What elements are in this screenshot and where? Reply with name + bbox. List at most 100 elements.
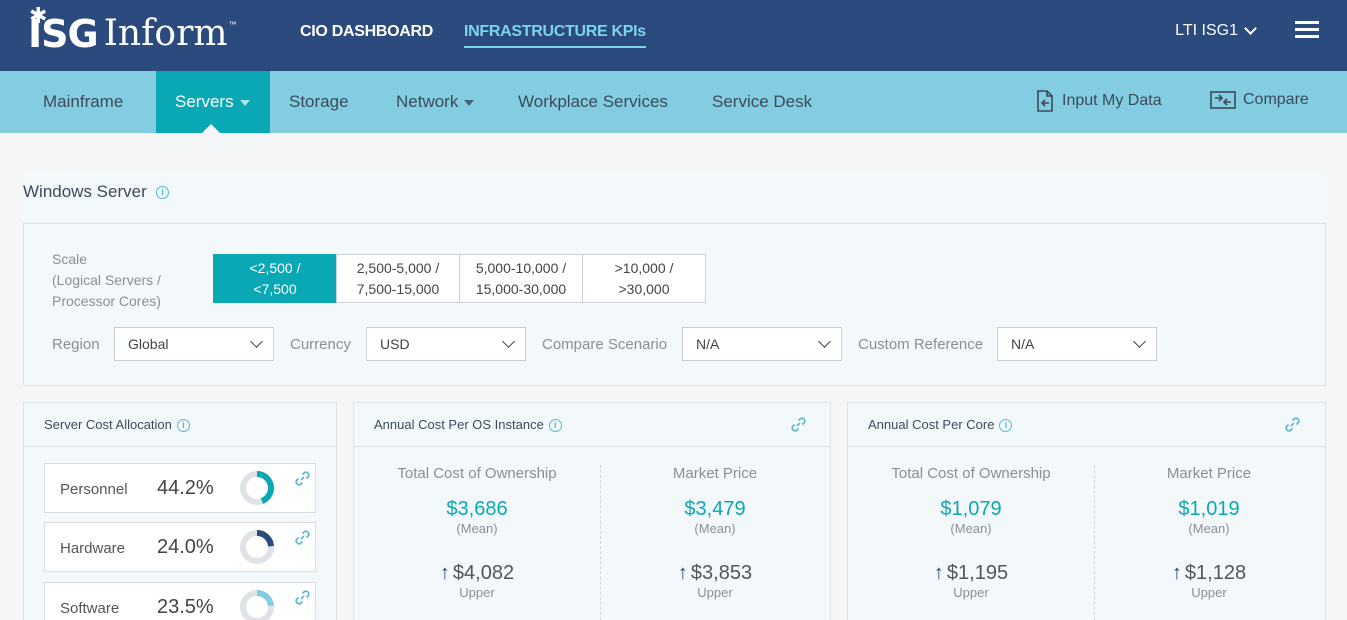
caret-down-icon [464, 99, 475, 106]
tco-upper-value: ↑ $1,195 [933, 562, 1009, 584]
subnav-item-workplace-services[interactable]: Workplace Services [499, 71, 687, 133]
currency-label: Currency [290, 336, 351, 353]
compare-scenario-label: Compare Scenario [542, 336, 668, 353]
tco-heading: Total Cost of Ownership [397, 465, 557, 482]
tco-mean-value: $3,686 [446, 498, 508, 520]
market-heading: Market Price [1166, 465, 1252, 482]
scale-option-2[interactable]: 2,500-5,000 /7,500-15,000 [336, 254, 460, 303]
account-label: LTI ISG1 [1175, 22, 1238, 39]
page-title: Windows Server [23, 182, 147, 201]
donut-chart-icon [240, 590, 274, 620]
annual-cost-per-core-card: Annual Cost Per Core i Total Cost of Owne… [847, 402, 1326, 620]
top-header: ✱ ISG Inform ™ CIO DASHBOARD INFRASTRUCTU… [0, 0, 1347, 71]
region-label: Region [52, 336, 100, 353]
upper-label: Upper [953, 585, 989, 600]
nav-cio-dashboard[interactable]: CIO DASHBOARD [300, 0, 433, 71]
compare-button[interactable]: Compare [1210, 90, 1309, 110]
link-icon[interactable] [1284, 416, 1301, 433]
logo-trademark: ™ [228, 20, 237, 29]
subnav-item-mainframe[interactable]: Mainframe [24, 71, 142, 133]
card-title: Annual Cost Per Core i [868, 417, 1013, 433]
isg-inform-logo[interactable]: ✱ ISG Inform ™ [28, 4, 237, 57]
chevron-down-icon [250, 335, 263, 348]
donut-chart-icon [240, 530, 274, 564]
compare-icon [1210, 91, 1236, 109]
caret-down-icon [239, 99, 250, 106]
market-upper-value: ↑ $1,128 [1171, 562, 1247, 584]
input-my-data-label: Input My Data [1062, 92, 1162, 109]
compare-label: Compare [1243, 91, 1309, 108]
market-price-column: Market Price $3,479 (Mean) ↑ $3,853 Upper [592, 465, 838, 600]
document-import-icon [1037, 90, 1053, 112]
info-icon[interactable]: i [999, 419, 1013, 433]
top-nav: CIO DASHBOARD INFRASTRUCTURE KPIs [300, 0, 677, 71]
allocation-row-software[interactable]: Software 23.5% [44, 582, 316, 620]
chevron-down-icon [1133, 335, 1146, 348]
allocation-percent: 23.5% [157, 596, 214, 618]
subnav-item-network[interactable]: Network [377, 71, 493, 133]
arrow-up-icon: ↑ [933, 562, 944, 584]
allocation-label: Hardware [60, 540, 126, 557]
tco-heading: Total Cost of Ownership [891, 465, 1051, 482]
allocation-row-hardware[interactable]: Hardware 24.0% [44, 522, 316, 572]
sub-nav: Mainframe Servers Storage Network Workpl… [0, 71, 1347, 133]
custom-reference-select[interactable]: N/A [997, 327, 1157, 361]
subnav-item-service-desk[interactable]: Service Desk [693, 71, 831, 133]
compare-scenario-select[interactable]: N/A [682, 327, 842, 361]
chevron-down-icon [818, 335, 831, 348]
active-tab-pointer [202, 124, 220, 133]
allocation-row-personnel[interactable]: Personnel 44.2% [44, 463, 316, 513]
scale-option-4[interactable]: >10,000 />30,000 [582, 254, 706, 303]
currency-select[interactable]: USD [366, 327, 526, 361]
tco-column: Total Cost of Ownership $3,686 (Mean) ↑ $… [354, 465, 600, 600]
market-mean-value: $1,019 [1178, 498, 1240, 520]
mean-label: (Mean) [456, 521, 498, 536]
region-select[interactable]: Global [114, 327, 274, 361]
chevron-down-icon [502, 335, 515, 348]
logo-isg-text: ✱ ISG [28, 4, 99, 57]
tco-upper-value: ↑ $4,082 [439, 562, 515, 584]
mean-label: (Mean) [694, 521, 736, 536]
allocation-percent: 24.0% [157, 536, 214, 558]
chevron-down-icon [1244, 22, 1257, 35]
account-menu[interactable]: LTI ISG1 [1175, 22, 1257, 40]
tco-column: Total Cost of Ownership $1,079 (Mean) ↑ $… [848, 465, 1094, 600]
filters-panel: Scale (Logical Servers / Processor Cores… [23, 224, 1326, 386]
card-header: Annual Cost Per OS Instance i [354, 403, 830, 447]
nav-infrastructure-kpis[interactable]: INFRASTRUCTURE KPIs [464, 0, 646, 48]
link-icon[interactable] [294, 589, 311, 606]
input-my-data-button[interactable]: Input My Data [1035, 90, 1162, 112]
upper-label: Upper [697, 585, 733, 600]
market-price-column: Market Price $1,019 (Mean) ↑ $1,128 Upper [1086, 465, 1332, 600]
allocation-label: Personnel [60, 481, 128, 498]
arrow-up-icon: ↑ [677, 562, 688, 584]
panel-header: Windows Server i [23, 172, 1326, 224]
donut-chart-icon [240, 471, 274, 505]
scale-option-1[interactable]: <2,500 /<7,500 [213, 254, 337, 303]
logo-inform-text: Inform [103, 13, 228, 54]
info-icon[interactable]: i [548, 419, 562, 433]
scale-option-3[interactable]: 5,000-10,000 /15,000-30,000 [459, 254, 583, 303]
allocation-label: Software [60, 600, 120, 617]
hamburger-menu-icon[interactable] [1295, 21, 1319, 39]
subnav-item-storage[interactable]: Storage [270, 71, 368, 133]
link-icon[interactable] [790, 416, 807, 433]
scale-toggle-group: <2,500 /<7,500 2,500-5,000 /7,500-15,000… [213, 254, 706, 303]
annual-cost-per-os-instance-card: Annual Cost Per OS Instance i Total Cost … [353, 402, 831, 620]
custom-reference-label: Custom Reference [858, 336, 984, 353]
upper-label: Upper [459, 585, 495, 600]
card-header: Annual Cost Per Core i [848, 403, 1325, 447]
link-icon[interactable] [294, 470, 311, 487]
tco-mean-value: $1,079 [940, 498, 1002, 520]
scale-label: Scale (Logical Servers / Processor Cores… [52, 251, 161, 309]
arrow-up-icon: ↑ [1171, 562, 1182, 584]
server-cost-allocation-card: Server Cost Allocation i Personnel 44.2% Ha… [23, 402, 337, 620]
info-icon[interactable]: i [156, 186, 169, 199]
info-icon[interactable]: i [176, 419, 190, 433]
logo-star-icon: ✱ [29, 4, 47, 29]
allocation-percent: 44.2% [157, 477, 214, 499]
market-heading: Market Price [672, 465, 758, 482]
market-upper-value: ↑ $3,853 [677, 562, 753, 584]
mean-label: (Mean) [950, 521, 992, 536]
link-icon[interactable] [294, 529, 311, 546]
